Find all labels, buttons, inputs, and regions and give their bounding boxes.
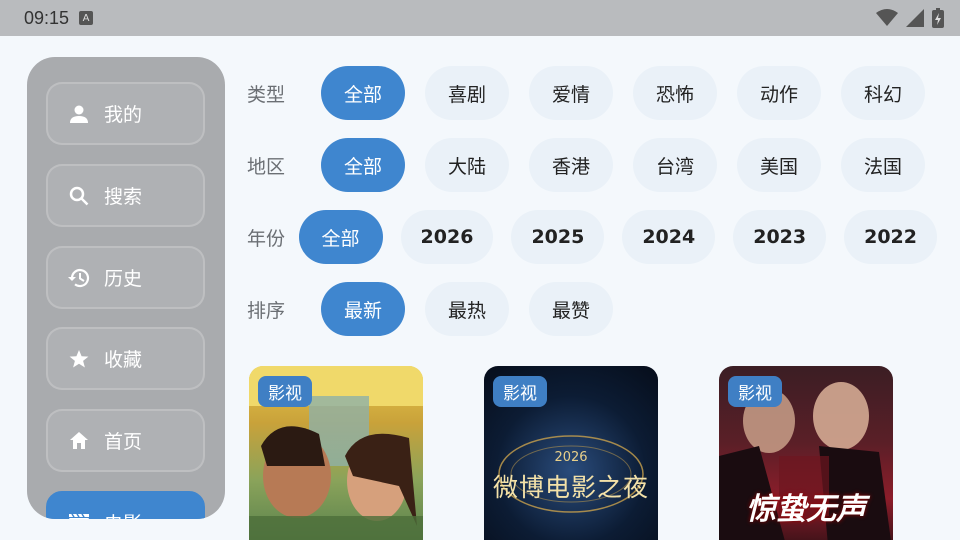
chip-sort-latest[interactable]: 最新 (321, 282, 405, 336)
chip-type-scifi[interactable]: 科幻 (841, 66, 925, 120)
chip-year-2026[interactable]: 2026 (400, 210, 494, 264)
sidebar-item-label: 首页 (104, 431, 143, 453)
chip-year-2022[interactable]: 2022 (844, 210, 937, 264)
chip-region-france[interactable]: 法国 (841, 138, 925, 192)
status-icons (876, 8, 944, 28)
sidebar-item-label: 收藏 (104, 349, 143, 371)
card-badge: 影视 (493, 376, 547, 407)
poster-year: 2026 (554, 450, 588, 465)
chip-type-comedy[interactable]: 喜剧 (425, 66, 509, 120)
movie-icon (68, 512, 90, 519)
sidebar-item-label: 电影 (104, 509, 142, 519)
card-badge: 影视 (728, 376, 782, 407)
sidebar-item-history[interactable]: 历史 (46, 246, 205, 309)
battery-icon (932, 8, 944, 28)
filter-label-region: 地区 (247, 155, 286, 178)
filter-label-year: 年份 (247, 227, 286, 250)
movie-card[interactable]: 惊蛰无声 影视 (719, 366, 893, 540)
status-time: 09:15 (24, 7, 70, 28)
poster-title: 惊蛰无声 (746, 492, 866, 527)
filter-row-sort: 排序 最新 最热 最赞 (247, 282, 937, 336)
chip-year-all[interactable]: 全部 (298, 210, 383, 264)
filter-row-region: 地区 全部 大陆 香港 台湾 美国 法国 (247, 138, 937, 192)
sidebar-item-label: 搜索 (104, 186, 143, 208)
sidebar-item-favorites[interactable]: 收藏 (46, 327, 205, 390)
chip-year-2025[interactable]: 2025 (511, 210, 605, 264)
chip-year-2023[interactable]: 2023 (733, 210, 827, 264)
poster-title: 微博电影之夜 (492, 473, 649, 502)
chip-region-hongkong[interactable]: 香港 (529, 138, 613, 192)
sidebar-item-home[interactable]: 首页 (46, 409, 205, 472)
signal-icon (906, 9, 924, 27)
filter-label-type: 类型 (247, 83, 286, 106)
filter-row-year: 年份 全部 2026 2025 2024 2023 2022 (247, 210, 937, 264)
chip-region-taiwan[interactable]: 台湾 (633, 138, 717, 192)
home-icon (68, 430, 90, 452)
chip-type-romance[interactable]: 爱情 (529, 66, 613, 120)
sidebar-item-label: 历史 (104, 268, 143, 290)
chip-type-all[interactable]: 全部 (321, 66, 405, 120)
chip-region-usa[interactable]: 美国 (737, 138, 821, 192)
chip-region-all[interactable]: 全部 (321, 138, 405, 192)
movie-card[interactable]: 2026 微博电影之夜 影视 (484, 366, 658, 540)
status-bar: 09:15 A (0, 0, 960, 36)
search-icon (68, 185, 90, 207)
person-icon (68, 103, 90, 125)
chip-year-2024[interactable]: 2024 (622, 210, 716, 264)
chip-type-action[interactable]: 动作 (737, 66, 821, 120)
star-icon (68, 348, 90, 370)
history-icon (68, 267, 90, 289)
sidebar-item-mine[interactable]: 我的 (46, 82, 205, 145)
chip-type-horror[interactable]: 恐怖 (633, 66, 717, 120)
a-indicator-icon: A (79, 11, 94, 25)
sidebar-item-search[interactable]: 搜索 (46, 164, 205, 227)
sidebar: 我的 搜索 历史 收藏 首页 电影 (27, 57, 225, 519)
movie-card[interactable]: 影视 (249, 366, 423, 540)
sidebar-item-movie[interactable]: 电影 (46, 491, 205, 519)
filter-label-sort: 排序 (247, 299, 286, 322)
filter-row-type: 类型 全部 喜剧 爱情 恐怖 动作 科幻 (247, 66, 937, 120)
card-badge: 影视 (258, 376, 312, 407)
sidebar-item-label: 我的 (104, 104, 143, 126)
chip-sort-hottest[interactable]: 最热 (425, 282, 509, 336)
chip-region-mainland[interactable]: 大陆 (425, 138, 509, 192)
wifi-icon (876, 9, 898, 26)
chip-sort-top-rated[interactable]: 最赞 (529, 282, 613, 336)
